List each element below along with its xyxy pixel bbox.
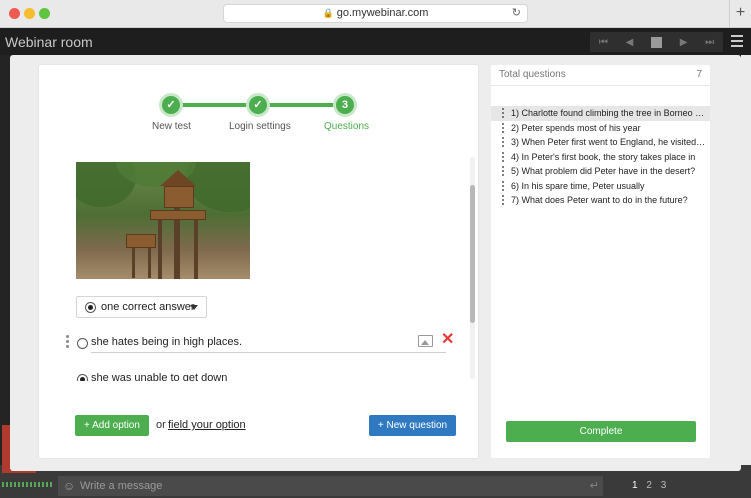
drag-handle-icon[interactable] <box>502 166 505 178</box>
answer-option: she hates being in high places. ✕ <box>39 332 478 357</box>
questions-count: 7 <box>696 69 702 80</box>
step-3-number[interactable]: 3 <box>333 93 357 117</box>
step-1-label[interactable]: New test <box>152 121 191 132</box>
image-icon[interactable] <box>418 335 433 347</box>
question-editor-panel: ✓ ✓ 3 New test Login settings Questions … <box>39 65 478 458</box>
step-2-label[interactable]: Login settings <box>229 121 291 132</box>
question-item-label: 2) Peter spends most of his year <box>511 122 641 133</box>
new-question-button[interactable]: + New question <box>369 415 456 436</box>
questions-list: 1) Charlotte found climbing the tree in … <box>491 106 710 208</box>
option-radio[interactable] <box>77 374 88 381</box>
or-label: or <box>156 419 166 431</box>
drag-handle-icon[interactable] <box>502 180 505 193</box>
editor-footer: + Add option or field your option + New … <box>39 415 478 445</box>
answer-option: she was unable to get down <box>39 369 478 381</box>
app-title: Webinar room <box>5 34 93 50</box>
drag-handle-icon[interactable] <box>502 122 505 135</box>
app-header: Webinar room ⏮ ◀ ▶ ⏭ <box>0 28 751 55</box>
option-radio[interactable] <box>77 338 88 349</box>
browser-toolbar: 🔒 go.mywebinar.com ↻ + <box>0 0 751 28</box>
stop-icon[interactable] <box>651 36 662 48</box>
menu-icon[interactable] <box>731 35 743 50</box>
question-item[interactable]: 5) What problem did Peter have in the de… <box>491 164 710 179</box>
rewind-icon[interactable]: ◀ <box>626 37 634 48</box>
scrollbar-thumb[interactable] <box>470 185 475 323</box>
step-connector <box>179 103 251 107</box>
question-body: one correct answer she hates being in hi… <box>39 153 478 381</box>
wizard-steps: ✓ ✓ 3 New test Login settings Questions <box>39 65 478 145</box>
page-3[interactable]: 3 <box>661 480 670 491</box>
questions-title: Total questions <box>499 69 566 80</box>
lock-icon: 🔒 <box>322 8 334 18</box>
step-connector <box>267 103 340 107</box>
drag-handle-icon[interactable] <box>502 151 505 164</box>
chat-message-input[interactable]: ☺ Write a message ↵ <box>58 476 603 496</box>
pagination: 1 2 3 <box>632 480 669 491</box>
drag-handle-icon[interactable] <box>66 335 69 350</box>
reload-icon[interactable]: ↻ <box>512 5 521 22</box>
question-item[interactable]: 6) In his spare time, Peter usually <box>491 179 710 194</box>
minimize-window-button[interactable] <box>24 8 35 19</box>
drag-handle-icon[interactable] <box>502 108 505 120</box>
questions-panel: Total questions 7 1) Charlotte found cli… <box>491 65 710 458</box>
background-right-panel <box>741 55 751 465</box>
skip-back-icon[interactable]: ⏮ <box>599 37 608 48</box>
step-1-check-icon[interactable]: ✓ <box>159 93 183 117</box>
media-controls: ⏮ ◀ ▶ ⏭ <box>590 32 723 52</box>
question-item-label: 1) Charlotte found climbing the tree in … <box>511 108 708 118</box>
drag-handle-icon[interactable] <box>502 137 505 149</box>
field-your-option-link[interactable]: field your option <box>168 419 246 431</box>
question-image <box>76 162 250 279</box>
question-item[interactable]: 3) When Peter first went to England, he … <box>491 135 710 150</box>
new-tab-button[interactable]: + <box>729 0 751 28</box>
radio-mode-icon <box>85 302 96 313</box>
option-underline <box>91 352 446 353</box>
complete-button[interactable]: Complete <box>506 421 696 442</box>
question-item-label: 6) In his spare time, Peter usually <box>511 180 645 191</box>
page-2[interactable]: 2 <box>646 480 655 491</box>
add-option-button[interactable]: + Add option <box>75 415 149 436</box>
question-item[interactable]: 2) Peter spends most of his year <box>491 121 710 136</box>
question-item-label: 5) What problem did Peter have in the de… <box>511 166 696 176</box>
chevron-down-icon <box>190 305 198 310</box>
address-bar[interactable]: 🔒 go.mywebinar.com ↻ <box>223 4 528 23</box>
audio-level-meter <box>2 482 52 487</box>
send-icon[interactable]: ↵ <box>590 476 599 496</box>
question-item[interactable]: 1) Charlotte found climbing the tree in … <box>491 106 710 121</box>
zoom-window-button[interactable] <box>39 8 50 19</box>
emoji-icon[interactable]: ☺ <box>63 476 75 496</box>
question-item-label: 3) When Peter first went to England, he … <box>511 137 707 147</box>
answer-mode-dropdown[interactable]: one correct answer <box>76 296 207 318</box>
question-item-label: 7) What does Peter want to do in the fut… <box>511 195 688 205</box>
option-text[interactable]: she hates being in high places. <box>91 336 242 348</box>
questions-header: Total questions 7 <box>491 65 710 86</box>
step-2-check-icon[interactable]: ✓ <box>246 93 270 117</box>
url-text: go.mywebinar.com <box>336 7 429 19</box>
question-item-label: 4) In Peter's first book, the story take… <box>511 151 696 162</box>
chat-placeholder: Write a message <box>80 480 163 492</box>
close-window-button[interactable] <box>9 8 20 19</box>
step-3-label[interactable]: Questions <box>324 121 369 132</box>
question-item[interactable]: 4) In Peter's first book, the story take… <box>491 150 710 165</box>
skip-forward-icon[interactable]: ⏭ <box>705 37 714 48</box>
delete-icon[interactable]: ✕ <box>441 332 454 348</box>
scrollbar[interactable] <box>470 157 475 379</box>
page-1[interactable]: 1 <box>632 480 641 491</box>
drag-handle-icon[interactable] <box>502 195 505 207</box>
play-icon[interactable]: ▶ <box>680 37 688 48</box>
question-item[interactable]: 7) What does Peter want to do in the fut… <box>491 193 710 208</box>
answer-mode-label: one correct answer <box>101 301 195 313</box>
option-text[interactable]: she was unable to get down <box>91 372 227 381</box>
